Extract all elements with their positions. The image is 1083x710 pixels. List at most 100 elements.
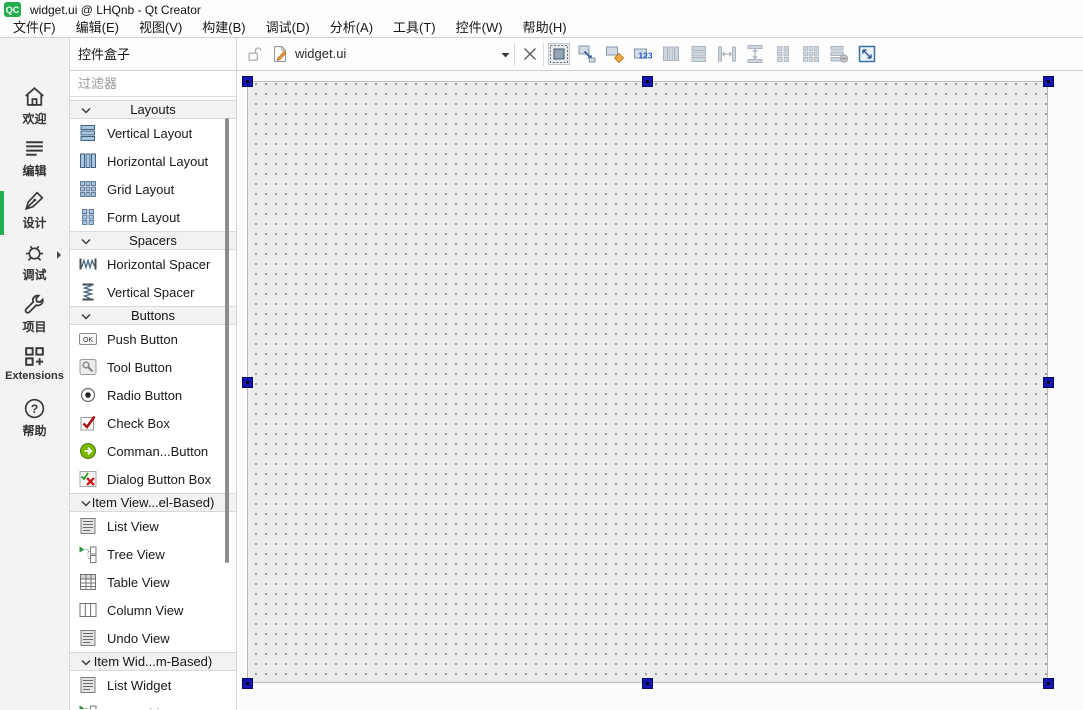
chevron-down-icon [81,500,91,507]
designer-toolbar: widget.ui 123 [237,38,1083,71]
widget-item-table-view[interactable]: Table View [70,568,236,596]
sidebar-mode-label: 项目 [22,320,47,334]
widget-item-radio-button[interactable]: Radio Button [70,381,236,409]
menu-item-tools[interactable]: 工具(T) [383,19,446,37]
tool-edit-widgets[interactable] [548,43,570,65]
menu-item-view[interactable]: 视图(V) [129,19,192,37]
selection-handle-lm[interactable] [241,376,253,388]
menu-item-file[interactable]: 文件(F) [3,19,66,37]
widget-item-tool-button[interactable]: Tool Button [70,353,236,381]
widget-item-form-layout[interactable]: Form Layout [70,203,236,231]
sidebar-mode-welcome[interactable]: 欢迎 [0,84,69,136]
form-design-surface[interactable] [247,81,1048,683]
sidebar-mode-edit[interactable]: 编辑 [0,136,69,188]
widget-item-label: Horizontal Layout [107,153,209,169]
svg-text:123: 123 [638,51,652,61]
grid-layout-icon [78,179,98,199]
widget-item-label: Horizontal Spacer [107,256,211,272]
vertical-spacer-icon [78,282,98,302]
widget-item-label: Vertical Spacer [107,284,195,300]
column-view-icon [78,600,98,620]
chevron-down-icon [81,313,91,320]
category-label: Layouts [130,102,176,117]
selection-handle-lb[interactable] [241,677,253,689]
widget-item-check-box[interactable]: Check Box [70,409,236,437]
selection-handle-rb[interactable] [1042,677,1054,689]
document-selector[interactable]: widget.ui [295,46,346,61]
command-link-button-icon [78,441,98,461]
selection-handle-ct[interactable] [642,75,653,87]
tool-break-layout[interactable] [829,44,849,64]
widget-item-grid-layout[interactable]: Grid Layout [70,175,236,203]
widget-item-label: Vertical Layout [107,125,193,141]
menu-item-debug[interactable]: 调试(D) [256,19,320,37]
category-header-item-views[interactable]: Item View...el-Based) [70,493,236,512]
widget-item-horizontal-spacer[interactable]: Horizontal Spacer [70,250,236,278]
sidebar-mode-design[interactable]: 设计 [0,188,69,240]
tool-edit-tab-order[interactable]: 123 [633,44,653,64]
widget-item-tree-view[interactable]: Tree View [70,540,236,568]
widget-box-scrollbar[interactable] [225,118,229,563]
widget-item-label: Column View [107,602,184,618]
category-header-item-widgets[interactable]: Item Wid...m-Based) [70,652,236,671]
tool-edit-buddies[interactable] [605,44,625,64]
widget-item-label: Tool Button [107,359,173,375]
widget-item-tree-widget[interactable]: Tree Widget [70,699,236,709]
menu-item-edit[interactable]: 编辑(E) [66,19,129,37]
tool-lay-out-horizontally-in-splitter[interactable] [717,44,737,64]
selection-handle-lt[interactable] [241,75,253,87]
widget-item-undo-view[interactable]: Undo View [70,624,236,652]
widget-item-horizontal-layout[interactable]: Horizontal Layout [70,147,236,175]
menu-item-widgets[interactable]: 控件(W) [446,19,513,37]
category-header-buttons[interactable]: Buttons [70,306,236,325]
selection-handle-rt[interactable] [1042,75,1054,87]
sidebar-mode-help[interactable]: ? 帮助 [0,396,69,448]
sidebar-mode-label: 调试 [22,268,47,282]
widget-item-column-view[interactable]: Column View [70,596,236,624]
selection-handle-cb[interactable] [642,677,653,689]
tool-edit-signals-slots[interactable] [577,44,597,64]
home-icon [22,84,47,109]
dialog-button-box-icon [78,469,98,489]
tool-lay-out-horizontally[interactable] [661,44,681,64]
widget-box-panel: 控件盒子 Layouts Vertical Layout Horizontal La… [70,38,237,710]
widget-item-label: Tree Widget [107,706,177,710]
menu-item-analyze[interactable]: 分析(A) [320,19,383,37]
filter-input[interactable] [70,71,236,96]
sidebar-mode-projects[interactable]: 项目 [0,292,69,344]
unlocked-padlock-icon[interactable] [246,45,264,63]
dropdown-arrow-icon[interactable] [500,51,511,59]
widget-item-list-widget[interactable]: List Widget [70,671,236,699]
mode-sidebar: 欢迎编辑设计调试项目 Extensions? 帮助 [0,38,70,710]
list-view-icon [78,516,98,536]
tool-lay-out-in-form-layout[interactable] [773,44,793,64]
widget-item-comman-button[interactable]: Comman...Button [70,437,236,465]
tool-lay-out-in-grid[interactable] [801,44,821,64]
widget-item-push-button[interactable]: OK Push Button [70,325,236,353]
widget-item-label: List Widget [107,677,172,693]
list-widget-icon [78,675,98,695]
horizontal-spacer-icon [78,254,98,274]
category-header-spacers[interactable]: Spacers [70,231,236,250]
widget-item-vertical-spacer[interactable]: Vertical Spacer [70,278,236,306]
widget-item-label: Dialog Button Box [107,471,212,487]
file-edit-icon [271,45,289,63]
category-label: Item View...el-Based) [91,495,215,510]
tool-lay-out-vertically[interactable] [689,44,709,64]
sidebar-mode-label: 编辑 [22,164,47,178]
category-header-layouts[interactable]: Layouts [70,100,236,119]
edit-lines-icon [22,136,47,161]
sidebar-mode-debug[interactable]: 调试 [0,240,69,292]
menu-item-build[interactable]: 构建(B) [192,19,255,37]
widget-item-dialog-button-box[interactable]: Dialog Button Box [70,465,236,493]
menu-item-help[interactable]: 帮助(H) [513,19,577,37]
widget-item-list-view[interactable]: List View [70,512,236,540]
widget-item-vertical-layout[interactable]: Vertical Layout [70,119,236,147]
sidebar-mode-extensions[interactable]: Extensions [0,344,69,396]
widget-item-label: Table View [107,574,170,590]
tool-lay-out-vertically-in-splitter[interactable] [745,44,765,64]
flyout-arrow-icon[interactable] [56,250,62,260]
tool-adjust-size[interactable] [857,44,877,64]
selection-handle-rm[interactable] [1042,376,1054,388]
close-document-icon[interactable] [520,44,540,64]
